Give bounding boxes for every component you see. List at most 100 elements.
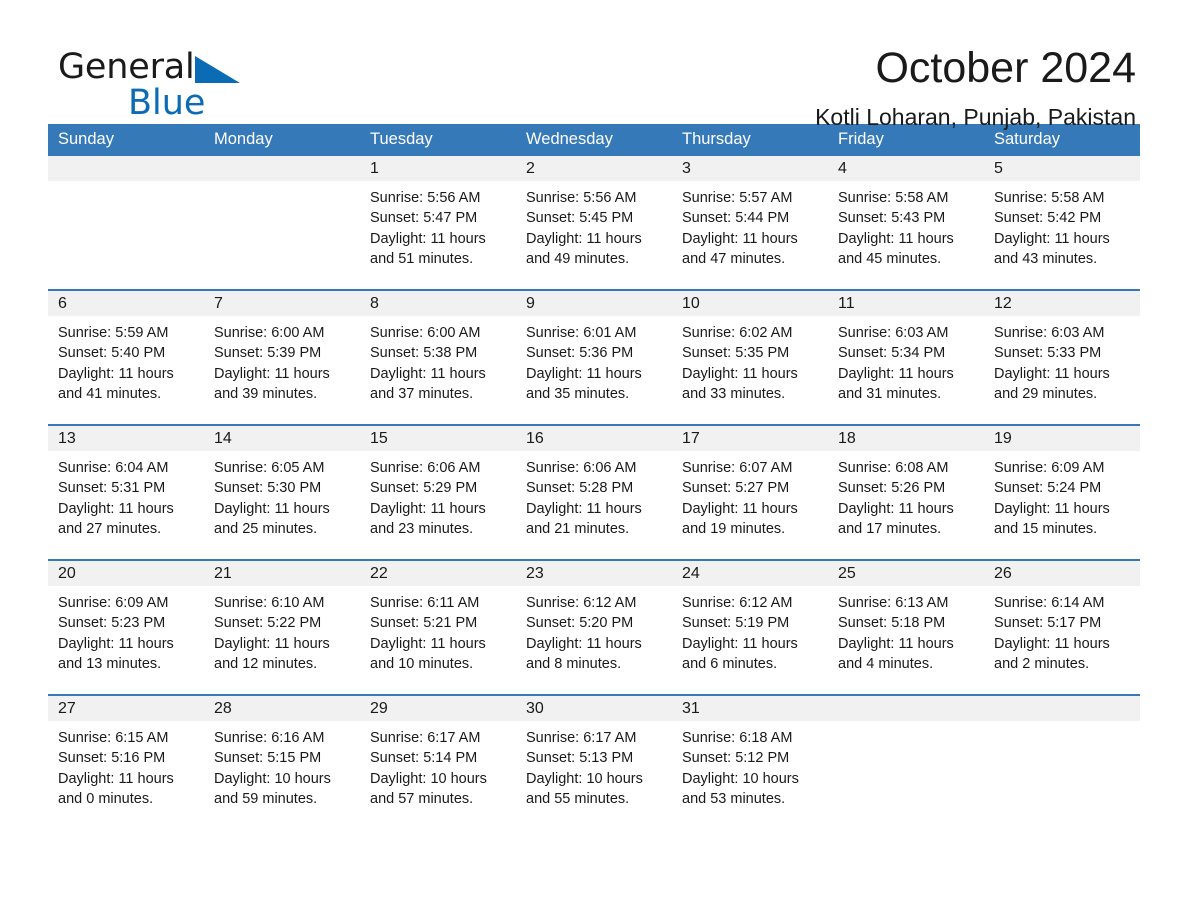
day-number: 29 [360,696,516,721]
sunrise-text: Sunrise: 5:59 AM [58,325,169,341]
calendar-empty-cell [48,156,204,290]
calendar-day-cell[interactable]: 4 Sunrise: 5:58 AM Sunset: 5:43 PM Daylight… [828,156,984,290]
sunrise-text: Sunrise: 6:03 AM [994,325,1105,341]
daylight-text: Daylight: 11 hours and 39 minutes. [214,365,330,402]
calendar-day-cell[interactable]: 24 Sunrise: 6:12 AM Sunset: 5:19 PM Dayligh… [672,559,828,695]
sunset-text: Sunset: 5:26 PM [838,480,946,497]
sunrise-text: Sunrise: 6:01 AM [526,325,637,341]
calendar-day-cell[interactable]: 16 Sunrise: 6:06 AM Sunset: 5:28 PM Dayligh… [516,424,672,560]
sunset-text: Sunset: 5:19 PM [682,615,790,632]
calendar-day-cell[interactable]: 15 Sunrise: 6:06 AM Sunset: 5:29 PM Dayligh… [360,424,516,560]
daylight-text: Daylight: 11 hours and 43 minutes. [994,230,1110,267]
daylight-text: Daylight: 11 hours and 21 minutes. [526,500,642,537]
day-details: Sunrise: 6:01 AM Sunset: 5:36 PM Daylight:… [516,316,672,404]
calendar-day-cell[interactable]: 12 Sunrise: 6:03 AM Sunset: 5:33 PM Dayligh… [984,289,1140,425]
calendar-day-cell[interactable]: 23 Sunrise: 6:12 AM Sunset: 5:20 PM Dayligh… [516,559,672,695]
day-number: 3 [672,156,828,181]
sunset-text: Sunset: 5:43 PM [838,210,946,227]
calendar-day-cell[interactable]: 28 Sunrise: 6:16 AM Sunset: 5:15 PM Dayligh… [204,694,360,829]
day-details: Sunrise: 6:03 AM Sunset: 5:34 PM Daylight:… [828,316,984,404]
calendar-day-cell[interactable]: 19 Sunrise: 6:09 AM Sunset: 5:24 PM Dayligh… [984,424,1140,560]
calendar-day-cell[interactable]: 11 Sunrise: 6:03 AM Sunset: 5:34 PM Dayligh… [828,289,984,425]
day-cell-inner: 31 Sunrise: 6:18 AM Sunset: 5:12 PM Dayligh… [672,696,828,829]
day-number: 19 [984,426,1140,451]
day-number: 23 [516,561,672,586]
generalblue-logo[interactable]: General Blue [58,48,318,122]
sunset-text: Sunset: 5:24 PM [994,480,1102,497]
calendar-day-cell[interactable]: 9 Sunrise: 6:01 AM Sunset: 5:36 PM Daylight… [516,289,672,425]
sunrise-text: Sunrise: 6:18 AM [682,730,793,746]
sunset-text: Sunset: 5:29 PM [370,480,478,497]
calendar-week-row: 20 Sunrise: 6:09 AM Sunset: 5:23 PM Dayligh… [48,559,1140,695]
day-details: Sunrise: 6:07 AM Sunset: 5:27 PM Daylight:… [672,451,828,539]
calendar-page: General Blue October 2024 Kotli Loharan,… [0,0,1188,918]
calendar-day-cell[interactable]: 30 Sunrise: 6:17 AM Sunset: 5:13 PM Dayligh… [516,694,672,829]
day-number: 5 [984,156,1140,181]
daylight-text: Daylight: 11 hours and 0 minutes. [58,770,174,807]
calendar-day-cell[interactable]: 5 Sunrise: 5:58 AM Sunset: 5:42 PM Daylight… [984,156,1140,290]
daylight-text: Daylight: 11 hours and 31 minutes. [838,365,954,402]
sunset-text: Sunset: 5:21 PM [370,615,478,632]
calendar-week-row: 6 Sunrise: 5:59 AM Sunset: 5:40 PM Daylight… [48,289,1140,425]
daylight-text: Daylight: 11 hours and 15 minutes. [994,500,1110,537]
day-number: 10 [672,291,828,316]
day-number: 7 [204,291,360,316]
day-number: 30 [516,696,672,721]
calendar-day-cell[interactable]: 7 Sunrise: 6:00 AM Sunset: 5:39 PM Daylight… [204,289,360,425]
sunset-text: Sunset: 5:28 PM [526,480,634,497]
day-details: Sunrise: 6:00 AM Sunset: 5:38 PM Daylight:… [360,316,516,404]
daylight-text: Daylight: 11 hours and 25 minutes. [214,500,330,537]
daylight-text: Daylight: 11 hours and 37 minutes. [370,365,486,402]
sunrise-text: Sunrise: 6:12 AM [682,595,793,611]
calendar-day-cell[interactable]: 31 Sunrise: 6:18 AM Sunset: 5:12 PM Dayligh… [672,694,828,829]
calendar-day-cell[interactable]: 1 Sunrise: 5:56 AM Sunset: 5:47 PM Daylight… [360,156,516,290]
sunrise-text: Sunrise: 6:13 AM [838,595,949,611]
day-details: Sunrise: 5:56 AM Sunset: 5:47 PM Daylight:… [360,181,516,269]
day-number: 21 [204,561,360,586]
sunrise-text: Sunrise: 5:56 AM [370,190,481,206]
daylight-text: Daylight: 11 hours and 4 minutes. [838,635,954,672]
calendar-day-cell[interactable]: 25 Sunrise: 6:13 AM Sunset: 5:18 PM Dayligh… [828,559,984,695]
daylight-text: Daylight: 11 hours and 19 minutes. [682,500,798,537]
daylight-text: Daylight: 11 hours and 41 minutes. [58,365,174,402]
day-cell-inner: 2 Sunrise: 5:56 AM Sunset: 5:45 PM Daylight… [516,156,672,289]
calendar-day-cell[interactable]: 20 Sunrise: 6:09 AM Sunset: 5:23 PM Dayligh… [48,559,204,695]
daylight-text: Daylight: 11 hours and 45 minutes. [838,230,954,267]
sunset-text: Sunset: 5:38 PM [370,345,478,362]
day-details: Sunrise: 6:05 AM Sunset: 5:30 PM Daylight:… [204,451,360,539]
calendar-day-cell[interactable]: 29 Sunrise: 6:17 AM Sunset: 5:14 PM Dayligh… [360,694,516,829]
calendar-day-cell[interactable]: 21 Sunrise: 6:10 AM Sunset: 5:22 PM Dayligh… [204,559,360,695]
day-details: Sunrise: 6:17 AM Sunset: 5:13 PM Daylight:… [516,721,672,809]
calendar-day-cell[interactable]: 2 Sunrise: 5:56 AM Sunset: 5:45 PM Daylight… [516,156,672,290]
sunrise-text: Sunrise: 5:58 AM [994,190,1105,206]
day-cell-inner: 14 Sunrise: 6:05 AM Sunset: 5:30 PM Dayligh… [204,426,360,559]
sunset-text: Sunset: 5:31 PM [58,480,166,497]
calendar-empty-cell [984,694,1140,829]
sunset-text: Sunset: 5:44 PM [682,210,790,227]
daylight-text: Daylight: 11 hours and 12 minutes. [214,635,330,672]
calendar-day-cell[interactable]: 18 Sunrise: 6:08 AM Sunset: 5:26 PM Dayligh… [828,424,984,560]
day-number: 26 [984,561,1140,586]
calendar-day-cell[interactable]: 27 Sunrise: 6:15 AM Sunset: 5:16 PM Dayligh… [48,694,204,829]
day-cell-inner: 9 Sunrise: 6:01 AM Sunset: 5:36 PM Daylight… [516,291,672,424]
calendar-day-cell[interactable]: 26 Sunrise: 6:14 AM Sunset: 5:17 PM Dayligh… [984,559,1140,695]
calendar-day-cell[interactable]: 6 Sunrise: 5:59 AM Sunset: 5:40 PM Daylight… [48,289,204,425]
calendar-day-cell[interactable]: 13 Sunrise: 6:04 AM Sunset: 5:31 PM Dayligh… [48,424,204,560]
calendar-day-cell[interactable]: 10 Sunrise: 6:02 AM Sunset: 5:35 PM Dayligh… [672,289,828,425]
day-cell-inner: 17 Sunrise: 6:07 AM Sunset: 5:27 PM Dayligh… [672,426,828,559]
day-cell-inner: 21 Sunrise: 6:10 AM Sunset: 5:22 PM Dayligh… [204,561,360,694]
calendar-day-cell[interactable]: 3 Sunrise: 5:57 AM Sunset: 5:44 PM Daylight… [672,156,828,290]
day-number: 12 [984,291,1140,316]
calendar-day-cell[interactable]: 22 Sunrise: 6:11 AM Sunset: 5:21 PM Dayligh… [360,559,516,695]
day-details: Sunrise: 5:58 AM Sunset: 5:42 PM Daylight:… [984,181,1140,269]
sunset-text: Sunset: 5:47 PM [370,210,478,227]
blue-triangle-icon [194,56,240,87]
day-details: Sunrise: 5:59 AM Sunset: 5:40 PM Daylight:… [48,316,204,404]
sunset-text: Sunset: 5:23 PM [58,615,166,632]
day-number: 22 [360,561,516,586]
day-details: Sunrise: 6:12 AM Sunset: 5:19 PM Daylight:… [672,586,828,674]
day-details: Sunrise: 6:11 AM Sunset: 5:21 PM Daylight:… [360,586,516,674]
calendar-day-cell[interactable]: 8 Sunrise: 6:00 AM Sunset: 5:38 PM Daylight… [360,289,516,425]
calendar-day-cell[interactable]: 14 Sunrise: 6:05 AM Sunset: 5:30 PM Dayligh… [204,424,360,560]
calendar-day-cell[interactable]: 17 Sunrise: 6:07 AM Sunset: 5:27 PM Dayligh… [672,424,828,560]
